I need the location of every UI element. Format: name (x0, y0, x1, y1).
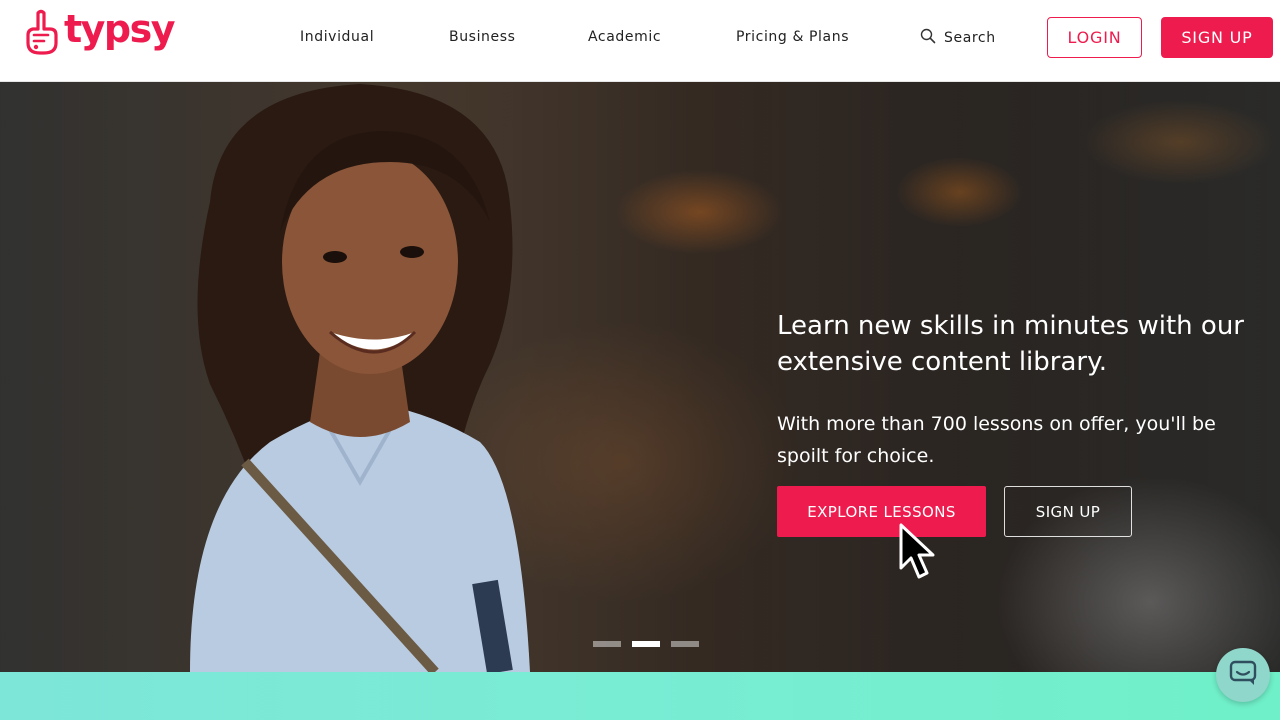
hero-title: Learn new skills in minutes with our ext… (777, 311, 1244, 377)
hero-signup-button[interactable]: SIGN UP (1004, 486, 1132, 537)
next-section-strip (0, 672, 1280, 720)
search-link[interactable]: Search (920, 28, 996, 48)
nav-item-pricing[interactable]: Pricing & Plans (736, 28, 849, 46)
login-button[interactable]: LOGIN (1047, 17, 1142, 58)
header-signup-button[interactable]: SIGN UP (1161, 17, 1273, 58)
typsy-logo[interactable]: typsy (24, 7, 176, 56)
mouse-pointer-icon (899, 523, 935, 579)
nav-item-business[interactable]: Business (449, 28, 516, 46)
nav-item-academic[interactable]: Academic (588, 28, 661, 46)
nav-item-individual[interactable]: Individual (300, 28, 374, 46)
carousel-dot-3[interactable] (671, 641, 699, 647)
chat-launcher-button[interactable] (1216, 648, 1270, 702)
explore-lessons-button[interactable]: EXPLORE LESSONS (777, 486, 986, 537)
carousel-dot-2[interactable] (632, 641, 660, 647)
brand-name: typsy (64, 7, 176, 51)
chat-icon (1229, 660, 1257, 690)
search-label: Search (944, 30, 996, 46)
search-icon (920, 28, 936, 48)
site-header: typsy Individual Business Academic Prici… (0, 0, 1280, 82)
hero-subtitle: With more than 700 lessons on offer, you… (777, 413, 1216, 467)
hero-photo-person (190, 84, 530, 672)
hero-banner: Learn new skills in minutes with our ext… (0, 82, 1280, 672)
hand-logo-icon (24, 9, 60, 55)
carousel-dot-1[interactable] (593, 641, 621, 647)
